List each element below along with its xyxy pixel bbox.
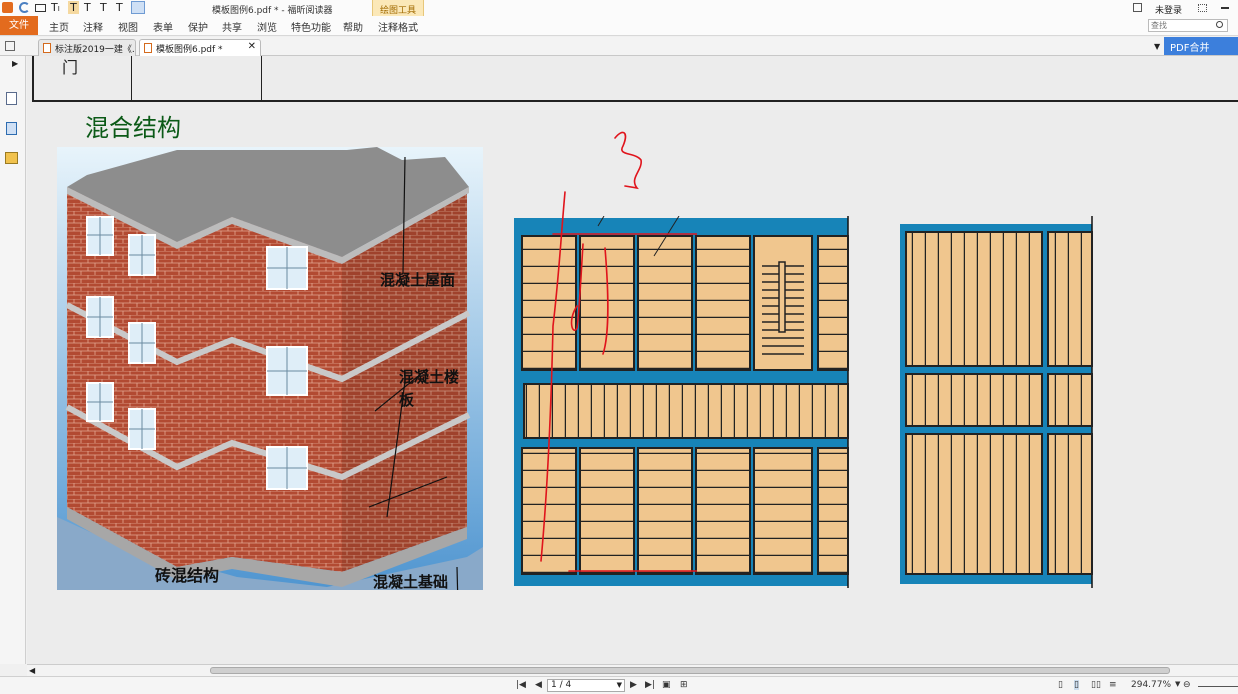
undo-icon[interactable] bbox=[19, 2, 30, 13]
floor-slab-label-line-1: 混凝土楼 bbox=[399, 368, 459, 386]
menu-help[interactable]: 帮助 bbox=[343, 19, 363, 34]
pencil-icon[interactable] bbox=[131, 1, 145, 14]
zoom-level[interactable]: 294.77% bbox=[1131, 680, 1171, 690]
menu-features[interactable]: 特色功能 bbox=[291, 19, 331, 34]
pdf-merge-button[interactable]: PDF合并 bbox=[1164, 37, 1238, 55]
building-illustration: 混凝土屋面 混凝土楼 板 砖混结构 混凝土基础 bbox=[57, 147, 483, 590]
cover-view-icon[interactable]: ≡ bbox=[1109, 680, 1117, 690]
menu-view[interactable]: 视图 bbox=[118, 19, 138, 34]
tab-list-dropdown-icon[interactable]: ▼ bbox=[1154, 42, 1160, 51]
login-link[interactable]: 未登录 bbox=[1155, 3, 1182, 16]
status-bar: |◀ ◀ 1 / 4 ▼ ▶ ▶| ▣ ⊞ ▯ ▯ ▯▯ ≡ 294.77% ▼… bbox=[0, 676, 1238, 694]
app-logo-icon bbox=[2, 2, 13, 13]
close-tab-icon[interactable]: ✕ bbox=[248, 41, 256, 52]
zoom-slider[interactable] bbox=[1198, 686, 1238, 687]
continuous-view-icon[interactable]: ▯ bbox=[1074, 680, 1079, 690]
fit-width-icon[interactable]: ⊞ bbox=[680, 680, 688, 690]
title-bar: TI T T T T 模板图例6.pdf * - 福昕阅读器 绘图工具 未登录 bbox=[0, 0, 1238, 36]
pages-thumbnail-icon[interactable] bbox=[6, 122, 17, 135]
document-tab-2-label: 模板图例6.pdf * bbox=[156, 45, 223, 55]
text-tool-icon[interactable]: TI bbox=[51, 1, 60, 14]
bookmarks-icon[interactable] bbox=[6, 92, 17, 105]
scrollbar-thumb[interactable] bbox=[210, 667, 1170, 674]
pdf-file-icon bbox=[144, 43, 152, 53]
horizontal-scrollbar[interactable]: ◀ bbox=[27, 664, 1238, 676]
scroll-left-arrow-icon[interactable]: ◀ bbox=[29, 666, 35, 675]
text-small-icon[interactable]: T bbox=[116, 1, 123, 14]
menu-comment-format[interactable]: 注释格式 bbox=[378, 19, 418, 34]
context-tab-label: 绘图工具 bbox=[379, 6, 416, 16]
skin-icon[interactable] bbox=[1133, 3, 1142, 12]
previous-page-button[interactable]: ◀ bbox=[535, 680, 542, 690]
callout-icon[interactable]: T bbox=[100, 1, 107, 14]
previous-page-table: 门 bbox=[32, 56, 1238, 102]
menu-share[interactable]: 共享 bbox=[222, 19, 242, 34]
zoom-dropdown-icon[interactable]: ▼ bbox=[1175, 680, 1180, 688]
rectangle-tool-icon[interactable] bbox=[35, 4, 46, 12]
facing-view-icon[interactable]: ▯▯ bbox=[1091, 680, 1101, 690]
menu-home[interactable]: 主页 bbox=[49, 19, 69, 34]
menu-protect[interactable]: 保护 bbox=[188, 19, 208, 34]
floor-slab-plan-drawing-2 bbox=[900, 216, 1093, 588]
menu-comment[interactable]: 注释 bbox=[83, 19, 103, 34]
document-tab-bar: 标注版2019一建《... 模板图例6.pdf * ✕ ▼ PDF合并 bbox=[0, 37, 1238, 56]
search-icon[interactable] bbox=[1216, 21, 1223, 28]
pdf-merge-label: PDF合并 bbox=[1170, 43, 1210, 54]
document-tab-2[interactable]: 模板图例6.pdf * ✕ bbox=[139, 39, 261, 56]
wall-type-label: 砖混结构 bbox=[155, 566, 219, 585]
window-title: 模板图例6.pdf * - 福昕阅读器 bbox=[212, 6, 333, 16]
document-tab-1-label: 标注版2019一建《... bbox=[55, 45, 136, 55]
layers-icon[interactable] bbox=[5, 152, 18, 164]
expand-panel-icon[interactable]: ▶ bbox=[12, 59, 18, 68]
page-number-input[interactable]: 1 / 4 ▼ bbox=[547, 679, 625, 692]
text-box-icon[interactable]: T bbox=[84, 1, 91, 14]
section-title: 混合结构 bbox=[85, 114, 181, 142]
document-viewport[interactable]: 门 混合结构 混凝土屋面 混凝土楼 板 砖混结构 混凝土基础 bbox=[27, 56, 1238, 664]
page-dropdown-icon[interactable]: ▼ bbox=[617, 681, 622, 689]
document-tab-1[interactable]: 标注版2019一建《... bbox=[38, 39, 136, 56]
ribbon-menu-bar: 主页 注释 视图 表单 保护 共享 浏览 特色功能 帮助 注释格式 bbox=[0, 16, 1238, 36]
page-layout-icon[interactable]: ▣ bbox=[662, 680, 671, 690]
menu-form[interactable]: 表单 bbox=[153, 19, 173, 34]
zoom-out-icon[interactable]: ⊖ bbox=[1183, 680, 1191, 690]
menu-browse[interactable]: 浏览 bbox=[257, 19, 277, 34]
layout-grid-icon[interactable] bbox=[1198, 4, 1207, 12]
roof-label: 混凝土屋面 bbox=[380, 271, 455, 289]
typewriter-icon[interactable]: T bbox=[68, 1, 79, 14]
next-page-button[interactable]: ▶ bbox=[630, 680, 637, 690]
first-page-button[interactable]: |◀ bbox=[516, 680, 526, 690]
last-page-button[interactable]: ▶| bbox=[645, 680, 655, 690]
single-page-view-icon[interactable]: ▯ bbox=[1058, 680, 1063, 690]
page-indicator: 1 / 4 bbox=[551, 680, 572, 690]
foundation-label: 混凝土基础 bbox=[373, 573, 448, 590]
left-navigation-panel: ▶ bbox=[0, 56, 26, 664]
pdf-file-icon bbox=[43, 43, 51, 53]
red-ink-annotation bbox=[540, 131, 697, 572]
floor-slab-label-line-2: 板 bbox=[399, 391, 415, 409]
edit-icon[interactable] bbox=[5, 41, 15, 51]
file-menu-button[interactable]: 文件 bbox=[0, 16, 38, 35]
minimize-button[interactable] bbox=[1221, 7, 1229, 9]
